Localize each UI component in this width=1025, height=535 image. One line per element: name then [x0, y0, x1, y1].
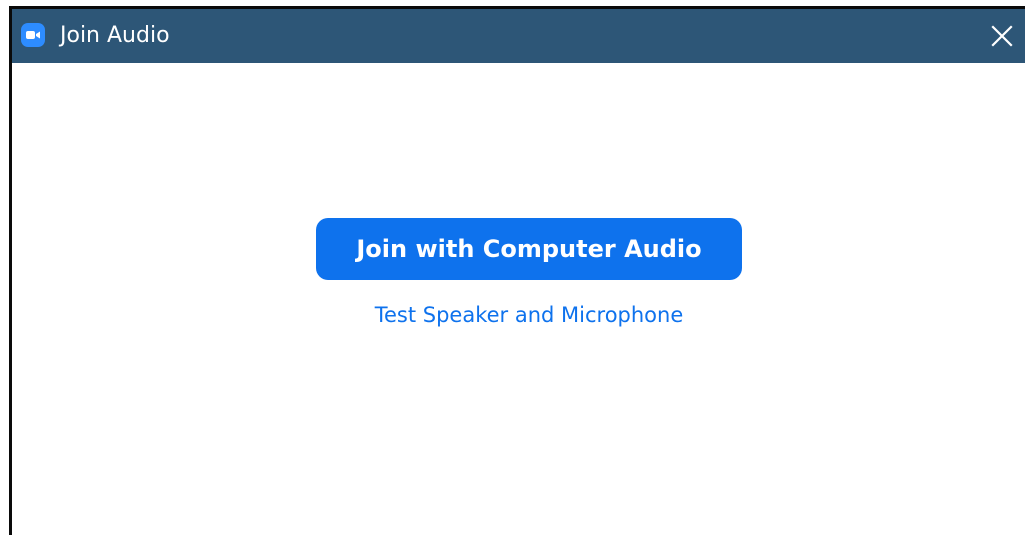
zoom-camera-icon: [21, 23, 45, 47]
close-icon: [991, 25, 1013, 47]
window-title: Join Audio: [60, 23, 170, 48]
dialog-content: Join with Computer Audio Test Speaker an…: [12, 63, 1025, 535]
join-computer-audio-button[interactable]: Join with Computer Audio: [316, 218, 742, 280]
test-speaker-microphone-link[interactable]: Test Speaker and Microphone: [316, 303, 742, 327]
close-button[interactable]: [979, 9, 1025, 63]
join-audio-dialog: Join Audio Join with Computer Audio Test…: [9, 6, 1025, 535]
title-bar[interactable]: Join Audio: [12, 9, 1025, 63]
join-computer-audio-label: Join with Computer Audio: [356, 235, 702, 263]
